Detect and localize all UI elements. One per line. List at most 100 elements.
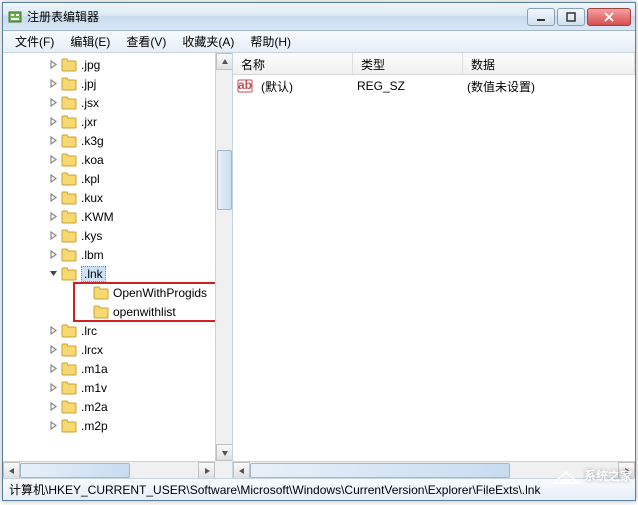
expand-icon[interactable] — [47, 59, 59, 71]
tree-subkey[interactable]: openwithlist — [3, 302, 215, 321]
menu-view[interactable]: 查看(V) — [118, 31, 174, 52]
scroll-up-button[interactable] — [216, 53, 233, 70]
folder-icon — [61, 134, 77, 148]
tree-key[interactable]: .lbm — [3, 245, 215, 264]
expander-placeholder — [79, 287, 91, 299]
expand-icon[interactable] — [47, 116, 59, 128]
tree-label: OpenWithProgids — [113, 286, 207, 300]
tree-key[interactable]: .jpj — [3, 74, 215, 93]
close-button[interactable] — [587, 8, 631, 26]
tree-key[interactable]: .jsx — [3, 93, 215, 112]
tree-key[interactable]: .m2p — [3, 416, 215, 435]
titlebar: 注册表编辑器 — [3, 3, 635, 31]
menu-favorites[interactable]: 收藏夹(A) — [174, 31, 242, 52]
menubar: 文件(F) 编辑(E) 查看(V) 收藏夹(A) 帮助(H) — [3, 31, 635, 53]
scroll-left-button[interactable] — [233, 462, 250, 478]
value-type: REG_SZ — [349, 79, 459, 93]
tree-key[interactable]: .kys — [3, 226, 215, 245]
expand-icon[interactable] — [47, 344, 59, 356]
folder-icon — [61, 229, 77, 243]
tree-label: .jxr — [81, 115, 97, 129]
values-pane: 名称 类型 数据 ab (默认) REG_SZ (数值未设置) — [233, 53, 635, 478]
tree-key[interactable]: .lrc — [3, 321, 215, 340]
folder-icon — [61, 115, 77, 129]
scroll-right-button[interactable] — [198, 462, 215, 478]
tree-scrollbar-vertical[interactable] — [215, 53, 232, 461]
tree-key[interactable]: .KWM — [3, 207, 215, 226]
maximize-button[interactable] — [557, 8, 585, 26]
tree-key[interactable]: .jpg — [3, 55, 215, 74]
tree-key[interactable]: .lrcx — [3, 340, 215, 359]
tree-key[interactable]: .koa — [3, 150, 215, 169]
expand-icon[interactable] — [47, 78, 59, 90]
column-name[interactable]: 名称 — [233, 53, 353, 74]
tree-key[interactable]: .lnk — [3, 264, 215, 283]
string-value-icon: ab — [237, 78, 253, 94]
tree-label: .lnk — [81, 266, 106, 282]
tree-label: .kpl — [81, 172, 100, 186]
expand-icon[interactable] — [47, 363, 59, 375]
scroll-left-button[interactable] — [3, 462, 20, 478]
menu-edit[interactable]: 编辑(E) — [62, 31, 118, 52]
folder-icon — [61, 210, 77, 224]
menu-help[interactable]: 帮助(H) — [242, 31, 299, 52]
tree-label: .jsx — [81, 96, 99, 110]
tree-key[interactable]: .kpl — [3, 169, 215, 188]
minimize-button[interactable] — [527, 8, 555, 26]
value-row[interactable]: ab (默认) REG_SZ (数值未设置) — [233, 77, 635, 95]
folder-icon — [61, 248, 77, 262]
folder-icon — [93, 286, 109, 300]
expand-icon[interactable] — [47, 420, 59, 432]
folder-icon — [61, 381, 77, 395]
tree-label: .m1v — [81, 381, 107, 395]
tree-key[interactable]: .jxr — [3, 112, 215, 131]
values-list[interactable]: ab (默认) REG_SZ (数值未设置) — [233, 75, 635, 97]
expand-icon[interactable] — [47, 154, 59, 166]
scroll-thumb-horizontal[interactable] — [20, 463, 130, 478]
expand-icon[interactable] — [47, 97, 59, 109]
expand-icon[interactable] — [47, 192, 59, 204]
folder-icon — [61, 362, 77, 376]
tree-label: .koa — [81, 153, 104, 167]
folder-icon — [61, 419, 77, 433]
tree-scrollbar-horizontal[interactable] — [3, 461, 215, 478]
values-scrollbar-horizontal[interactable] — [233, 461, 635, 478]
folder-icon — [61, 77, 77, 91]
expand-icon[interactable] — [47, 135, 59, 147]
tree-scroll: .jpg.jpj .jsx .jxr .k3g .koa .kpl .kux .KWM .kys… — [3, 53, 215, 461]
svg-text:ab: ab — [238, 78, 252, 92]
column-type[interactable]: 类型 — [353, 53, 463, 74]
tree-key[interactable]: .m2a — [3, 397, 215, 416]
app-icon — [7, 9, 23, 25]
tree-label: .KWM — [81, 210, 114, 224]
folder-icon — [61, 343, 77, 357]
expand-icon[interactable] — [47, 401, 59, 413]
column-data[interactable]: 数据 — [463, 53, 635, 74]
scroll-thumb-vertical[interactable] — [217, 150, 232, 210]
scroll-down-button[interactable] — [216, 444, 233, 461]
tree-key[interactable]: .m1v — [3, 378, 215, 397]
folder-icon — [61, 400, 77, 414]
tree-key[interactable]: .kux — [3, 188, 215, 207]
folder-icon — [61, 58, 77, 72]
expand-icon[interactable] — [47, 325, 59, 337]
expand-icon[interactable] — [47, 249, 59, 261]
tree-key[interactable]: .m1a — [3, 359, 215, 378]
folder-icon — [61, 172, 77, 186]
statusbar: 计算机\HKEY_CURRENT_USER\Software\Microsoft… — [3, 478, 635, 500]
collapse-icon[interactable] — [47, 268, 59, 280]
registry-tree[interactable]: .jpg.jpj .jsx .jxr .k3g .koa .kpl .kux .KWM .kys… — [3, 53, 215, 437]
expand-icon[interactable] — [47, 173, 59, 185]
tree-key[interactable]: .k3g — [3, 131, 215, 150]
scroll-thumb-horizontal[interactable] — [250, 463, 510, 478]
expand-icon[interactable] — [47, 211, 59, 223]
tree-subkey[interactable]: OpenWithProgids — [3, 283, 215, 302]
tree-label: .k3g — [81, 134, 104, 148]
tree-label: .kys — [81, 229, 102, 243]
scroll-right-button[interactable] — [618, 462, 635, 478]
expand-icon[interactable] — [47, 230, 59, 242]
folder-icon — [61, 153, 77, 167]
expand-icon[interactable] — [47, 382, 59, 394]
menu-file[interactable]: 文件(F) — [7, 31, 62, 52]
expander-placeholder — [79, 306, 91, 318]
